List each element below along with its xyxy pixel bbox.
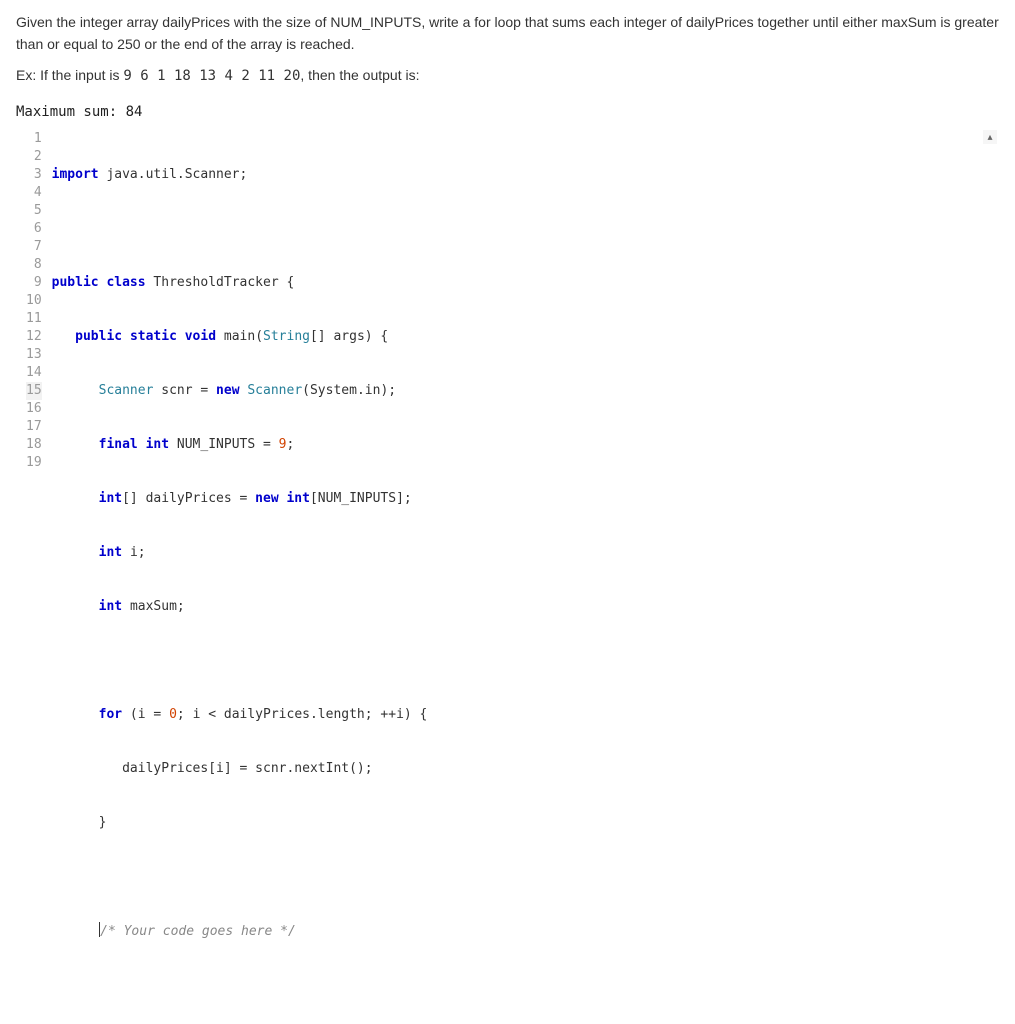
code-area[interactable]: import java.util.Scanner; public class T… [50,130,999,1024]
code-line: for (i = 0; i < dailyPrices.length; ++i)… [50,706,999,724]
code-line [50,868,999,886]
code-line [50,652,999,670]
example-input: 9 6 1 18 13 4 2 11 20 [123,68,300,84]
code-line: final int NUM_INPUTS = 9; [50,436,999,454]
code-line: Scanner scnr = new Scanner(System.in); [50,382,999,400]
code-line-active: /* Your code goes here */ [50,922,999,940]
scroll-up-arrow-icon[interactable]: ▴ [983,130,997,144]
code-line: int maxSum; [50,598,999,616]
problem-statement: Given the integer array dailyPrices with… [16,12,999,88]
expected-output: Maximum sum: 84 [16,104,999,120]
code-editor[interactable]: 1 2 3 4 5 6 7 8 9 10 11 12 13 14 15 16 1… [16,130,999,1024]
vertical-scrollbar[interactable]: ▴ ▾ [983,130,997,1024]
scroll-track[interactable] [983,144,997,1024]
code-line: public class ThresholdTracker { [50,274,999,292]
code-line: import java.util.Scanner; [50,166,999,184]
example-line: Ex: If the input is 9 6 1 18 13 4 2 11 2… [16,65,999,88]
code-line [50,976,999,994]
code-line: int i; [50,544,999,562]
problem-sentence: Given the integer array dailyPrices with… [16,12,999,55]
code-line [50,220,999,238]
code-line: public static void main(String[] args) { [50,328,999,346]
code-line: dailyPrices[i] = scnr.nextInt(); [50,760,999,778]
code-line: int[] dailyPrices = new int[NUM_INPUTS]; [50,490,999,508]
line-number-gutter: 1 2 3 4 5 6 7 8 9 10 11 12 13 14 15 16 1… [16,130,50,1024]
code-line: } [50,814,999,832]
